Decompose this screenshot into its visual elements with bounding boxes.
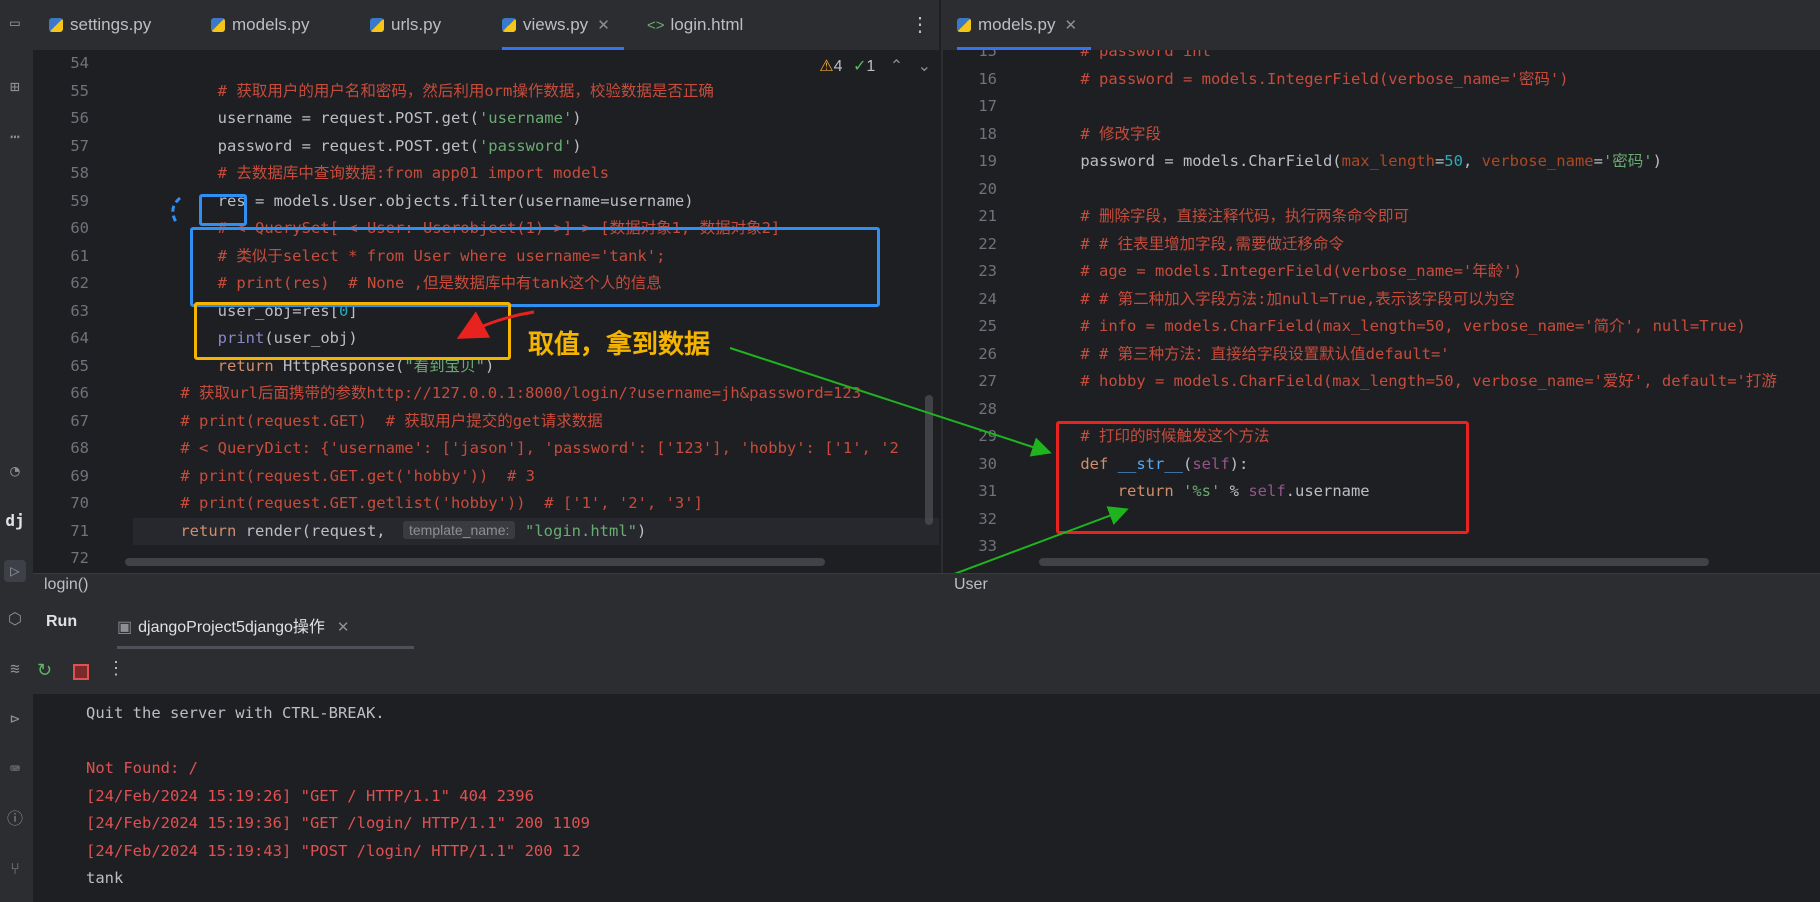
console-line: Quit the server with CTRL-BREAK.	[86, 704, 385, 722]
close-icon[interactable]: ✕	[337, 619, 350, 636]
rerun-icon[interactable]: ↻	[37, 660, 52, 681]
run-toolbar: ↻ ⋮	[33, 649, 1820, 695]
red-arrow	[456, 310, 535, 339]
breadcrumb-right[interactable]: User	[954, 576, 988, 594]
console-line: [24/Feb/2024 15:19:43] "POST /login/ HTT…	[86, 841, 581, 860]
django-config-icon: ▣	[117, 619, 133, 636]
run-panel-header: Run ▣ djangoProject5django操作 ✕	[33, 597, 1820, 650]
blue-bracket-mark	[171, 196, 182, 223]
breadcrumb-bar: login() User	[33, 573, 1820, 598]
more-options-icon[interactable]: ⋮	[107, 658, 125, 679]
console-line: tank	[86, 869, 124, 887]
console-line: [24/Feb/2024 15:19:26] "GET / HTTP/1.1" …	[86, 786, 534, 805]
green-arrow-to-str	[729, 347, 1052, 457]
console-line: [24/Feb/2024 15:19:36] "GET /login/ HTTP…	[86, 814, 590, 832]
stop-icon[interactable]	[73, 664, 89, 680]
run-config-label: djangoProject5django操作	[138, 619, 325, 636]
console-line: Not Found: /	[86, 759, 198, 777]
run-config-tab[interactable]: ▣ djangoProject5django操作 ✕	[117, 613, 350, 637]
run-panel-title: Run	[46, 613, 78, 630]
breadcrumb-left[interactable]: login()	[44, 576, 88, 594]
